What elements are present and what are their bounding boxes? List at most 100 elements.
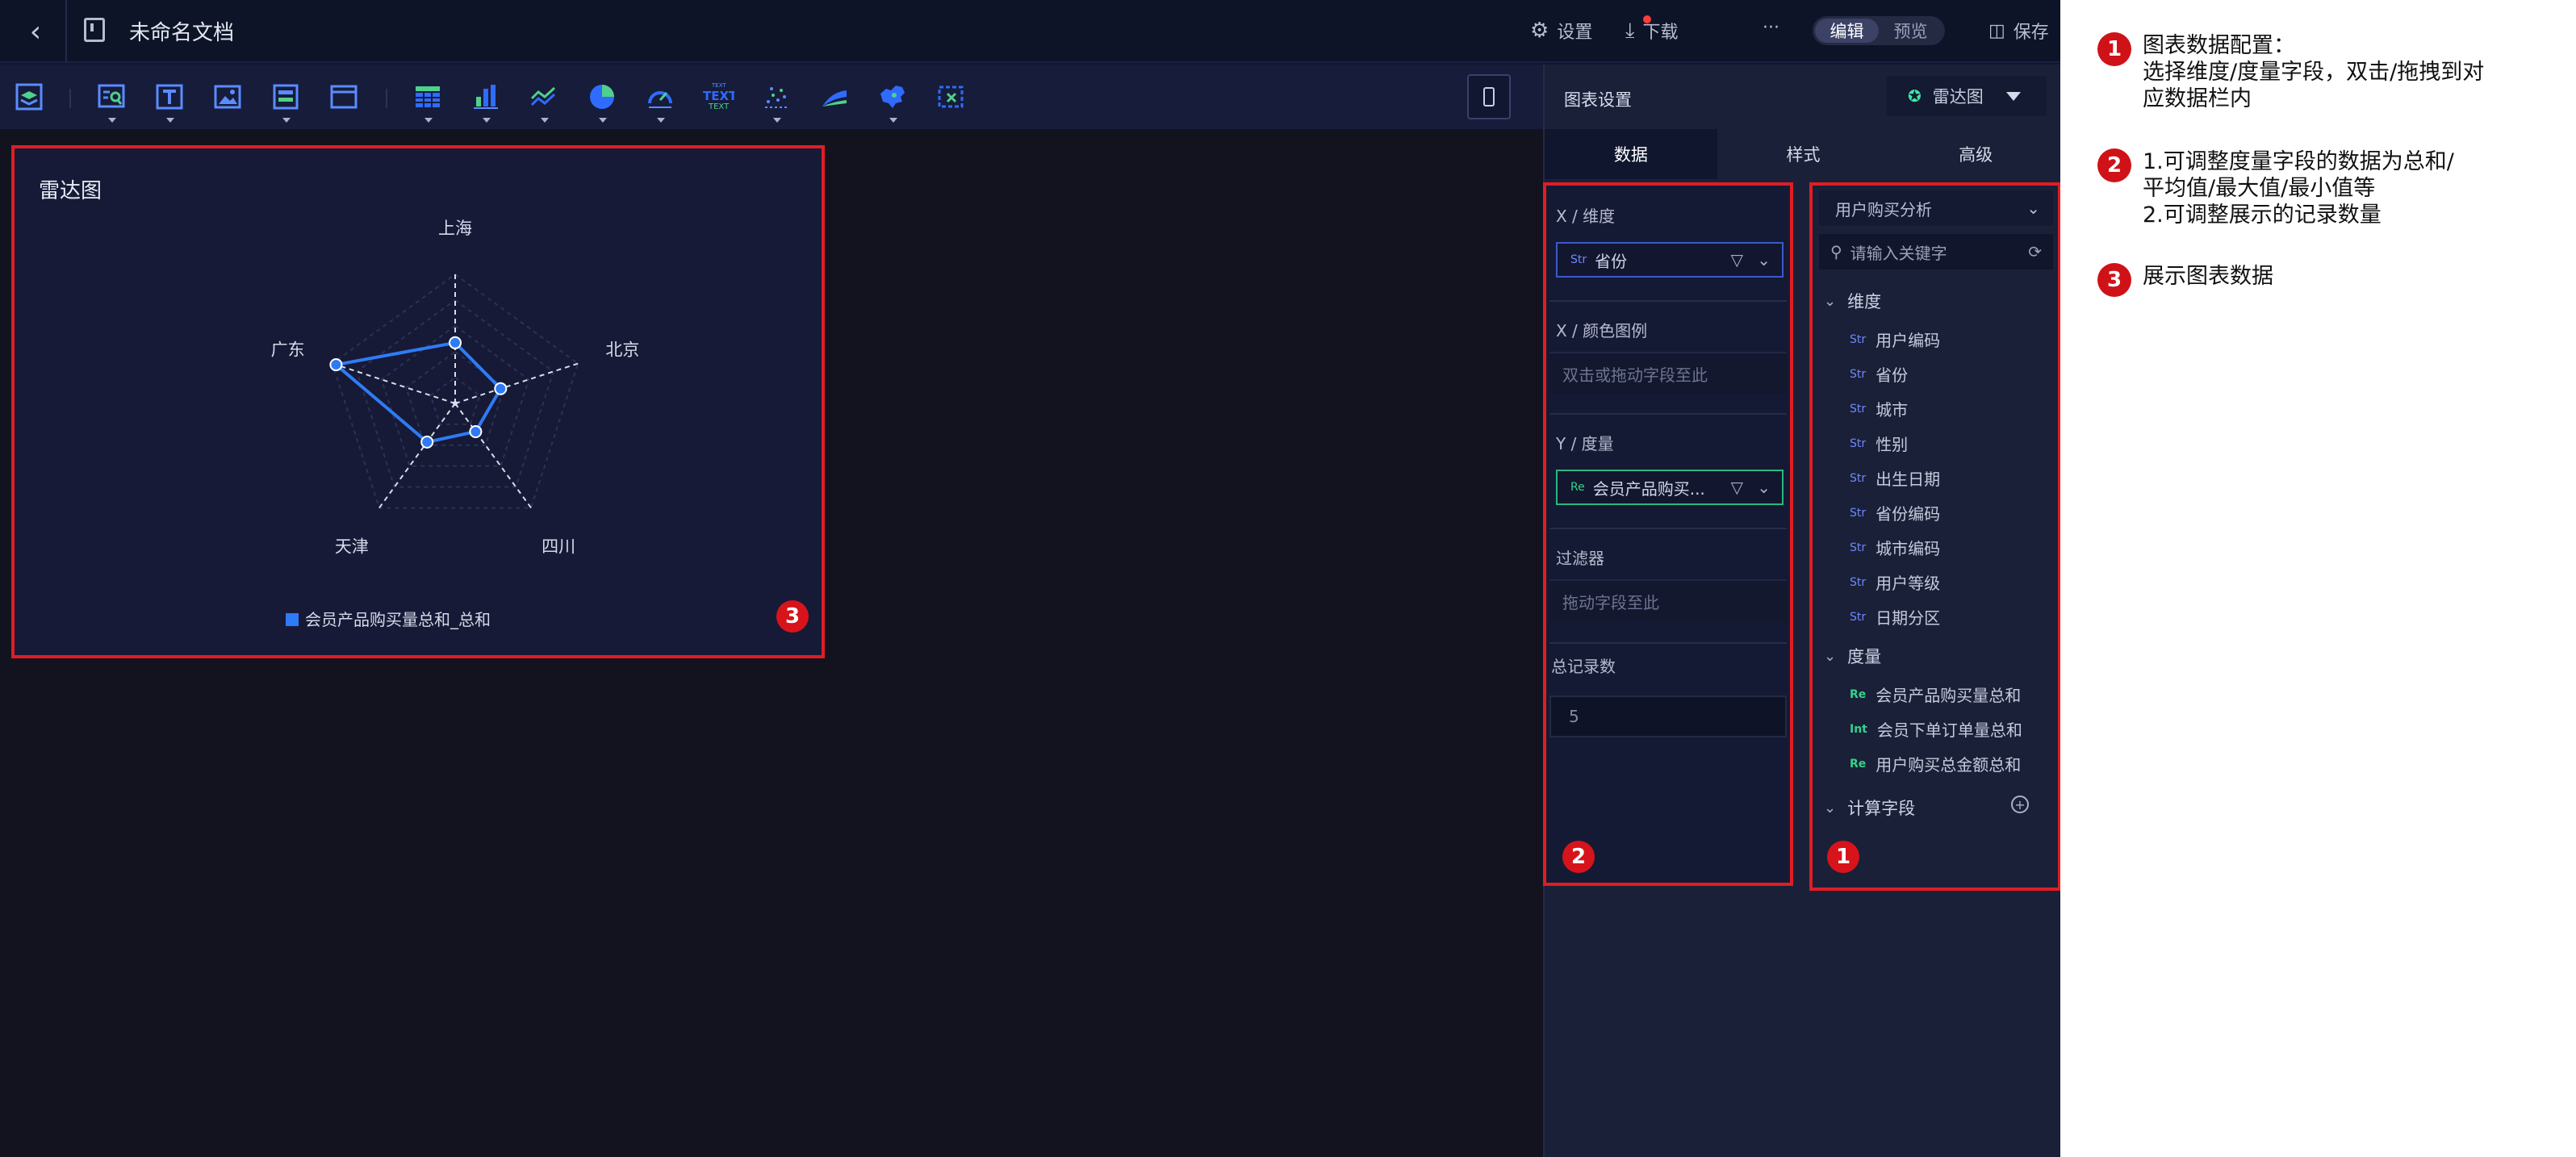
calc-field-group-header[interactable]: ⌄ 计算字段 + (1824, 796, 2050, 820)
total-records-input[interactable]: 5 (1549, 695, 1787, 737)
measure-field-item[interactable]: Int 会员下单订单量总和 (1850, 717, 2022, 741)
filter-icon[interactable]: ▽ (1731, 250, 1743, 269)
dimension-field-item[interactable]: Str 城市编码 (1850, 536, 1940, 559)
preview-mode-button[interactable]: 预览 (1879, 19, 1942, 43)
field-name: 会员下单订单量总和 (1876, 721, 2022, 740)
filter-icon[interactable]: ▽ (1731, 478, 1743, 497)
note-1: 1 图表数据配置： 选择维度/度量字段，双击/拖拽到对 应数据栏内 (2097, 32, 2549, 112)
mobile-preview-button[interactable] (1467, 74, 1511, 119)
download-icon: ⤓ (1625, 15, 1651, 44)
dimension-field-item[interactable]: Str 省份 (1850, 362, 1908, 386)
tab-data[interactable]: 数据 (1545, 129, 1717, 179)
more-icon: ··· (1763, 18, 1779, 38)
annotation-badge-1: 1 (1827, 841, 1859, 873)
dataset-select[interactable]: 用户购买分析 ⌄ (1819, 190, 2053, 226)
chevron-down-icon (773, 118, 781, 123)
chevron-down-icon[interactable]: ⌄ (1757, 250, 1771, 269)
measure-group-header[interactable]: ⌄ 度量 (1824, 644, 1881, 668)
settings-button[interactable]: ⚙ 设置 (1530, 18, 1592, 44)
dimension-field-item[interactable]: Str 出生日期 (1850, 466, 1940, 490)
wordcloud-large-text: TEXT (703, 89, 734, 103)
layout-icon[interactable] (270, 81, 302, 123)
dimension-field-item[interactable]: Str 省份编码 (1850, 501, 1940, 524)
x-dimension-field[interactable]: Str 省份 ▽ ⌄ (1556, 242, 1784, 278)
field-type-icon: Str (1850, 610, 1867, 624)
dimension-field-item[interactable]: Str 性别 (1850, 432, 1908, 455)
radar-chart-card[interactable]: 雷达图 上海 北京 四川 天津 广东 会员产品购买量总和_总和 3 (11, 145, 825, 658)
window-icon[interactable] (328, 81, 360, 113)
panel-title: 图表设置 (1564, 90, 1632, 110)
section-divider (1549, 413, 1787, 415)
chevron-down-icon (541, 118, 549, 123)
search-placeholder: 请输入关键字 (1850, 243, 1947, 263)
radar-chart: 上海北京四川 天津 广东会员产品购买量总和_总和 (271, 219, 640, 629)
mode-toggle[interactable]: 编辑 预览 (1813, 16, 1945, 45)
edit-mode-button[interactable]: 编辑 (1815, 19, 1879, 43)
radar-data-point (449, 336, 462, 349)
query-icon[interactable] (95, 81, 128, 123)
table-icon[interactable] (412, 81, 444, 123)
bar-chart-icon[interactable] (470, 81, 502, 123)
pie-chart-icon[interactable] (586, 81, 618, 123)
tab-style[interactable]: 样式 (1717, 129, 1890, 179)
wordcloud-icon[interactable]: TEXT TEXT TEXT (702, 81, 734, 113)
toolbar-separator (69, 89, 71, 108)
section-divider (1549, 642, 1787, 644)
annotation-notes: 1 图表数据配置： 选择维度/度量字段，双击/拖拽到对 应数据栏内 2 1.可调… (2060, 0, 2576, 1157)
radar-axis-line (454, 403, 532, 509)
document-title[interactable]: 未命名文档 (129, 16, 234, 46)
chart-type-dropdown[interactable]: ✪ 雷达图 (1887, 76, 2047, 116)
field-search-input[interactable]: ⚲ 请输入关键字 ⟳ (1819, 234, 2053, 269)
note-number: 2 (2097, 148, 2131, 182)
dimension-field-item[interactable]: Str 日期分区 (1850, 605, 1940, 629)
topbar-divider (65, 0, 67, 63)
chevron-down-icon: ⌄ (1824, 647, 1837, 665)
layers-icon[interactable] (13, 81, 45, 113)
note-number: 3 (2097, 263, 2131, 297)
area-chart-icon[interactable] (818, 81, 851, 113)
real-type-icon: Re (1570, 481, 1585, 494)
radar-axis-line (454, 362, 579, 404)
screenshot-icon[interactable] (935, 81, 967, 113)
chevron-down-icon (657, 118, 665, 123)
radar-indicator-label: 天津 (335, 537, 369, 556)
field-name: 用户等级 (1876, 574, 1941, 593)
radar-data-point (420, 435, 434, 449)
wordcloud-small-text: TEXT (711, 82, 726, 89)
chevron-down-icon[interactable]: ⌄ (1757, 478, 1771, 497)
chevron-left-icon: ‹ (29, 15, 42, 48)
total-records-label: 总记录数 (1551, 657, 1616, 676)
legend-swatch (286, 613, 299, 626)
y-measure-field[interactable]: Re 会员产品购买... ▽ ⌄ (1556, 470, 1784, 505)
gauge-icon[interactable] (644, 81, 676, 123)
line-chart-icon[interactable] (528, 81, 560, 123)
note-3: 3 展示图表数据 (2097, 263, 2549, 297)
scatter-icon[interactable] (760, 81, 792, 123)
dimension-field-item[interactable]: Str 用户等级 (1850, 570, 1940, 594)
download-button[interactable]: ⤓ 下载 (1625, 15, 1679, 44)
back-button[interactable]: ‹ (15, 11, 56, 52)
tab-advanced[interactable]: 高级 (1889, 129, 2063, 179)
save-button[interactable]: ◫ 保存 (1988, 18, 2049, 44)
more-button[interactable]: ··· (1763, 18, 1779, 38)
field-name: 城市 (1876, 400, 1909, 420)
field-type-icon: Str (1850, 436, 1867, 450)
settings-tabs: 数据 样式 高级 (1545, 129, 2063, 179)
dimension-field-item[interactable]: Str 城市 (1850, 397, 1908, 420)
text-icon[interactable] (153, 81, 186, 123)
radar-indicator-label: 四川 (542, 537, 575, 556)
image-icon[interactable] (211, 81, 244, 113)
component-toolbar: TEXT TEXT TEXT (0, 65, 1543, 129)
map-icon[interactable] (876, 81, 909, 123)
measure-field-item[interactable]: Re 会员产品购买量总和 (1850, 683, 2021, 706)
add-calc-field-icon[interactable]: + (2011, 796, 2029, 813)
refresh-icon[interactable]: ⟳ (2028, 242, 2042, 261)
dimension-field-item[interactable]: Str 用户编码 (1850, 328, 1940, 351)
field-name: 城市编码 (1876, 539, 1941, 558)
dimension-group-header[interactable]: ⌄ 维度 (1824, 289, 1881, 313)
x-dimension-label: X / 维度 (1556, 207, 1616, 226)
field-type-icon: Int (1850, 722, 1867, 736)
filter-drop-zone[interactable]: 拖动字段至此 (1549, 579, 1787, 621)
x-color-drop-zone[interactable]: 双击或拖动字段至此 (1549, 352, 1787, 394)
measure-field-item[interactable]: Re 用户购买总金额总和 (1850, 752, 2021, 775)
